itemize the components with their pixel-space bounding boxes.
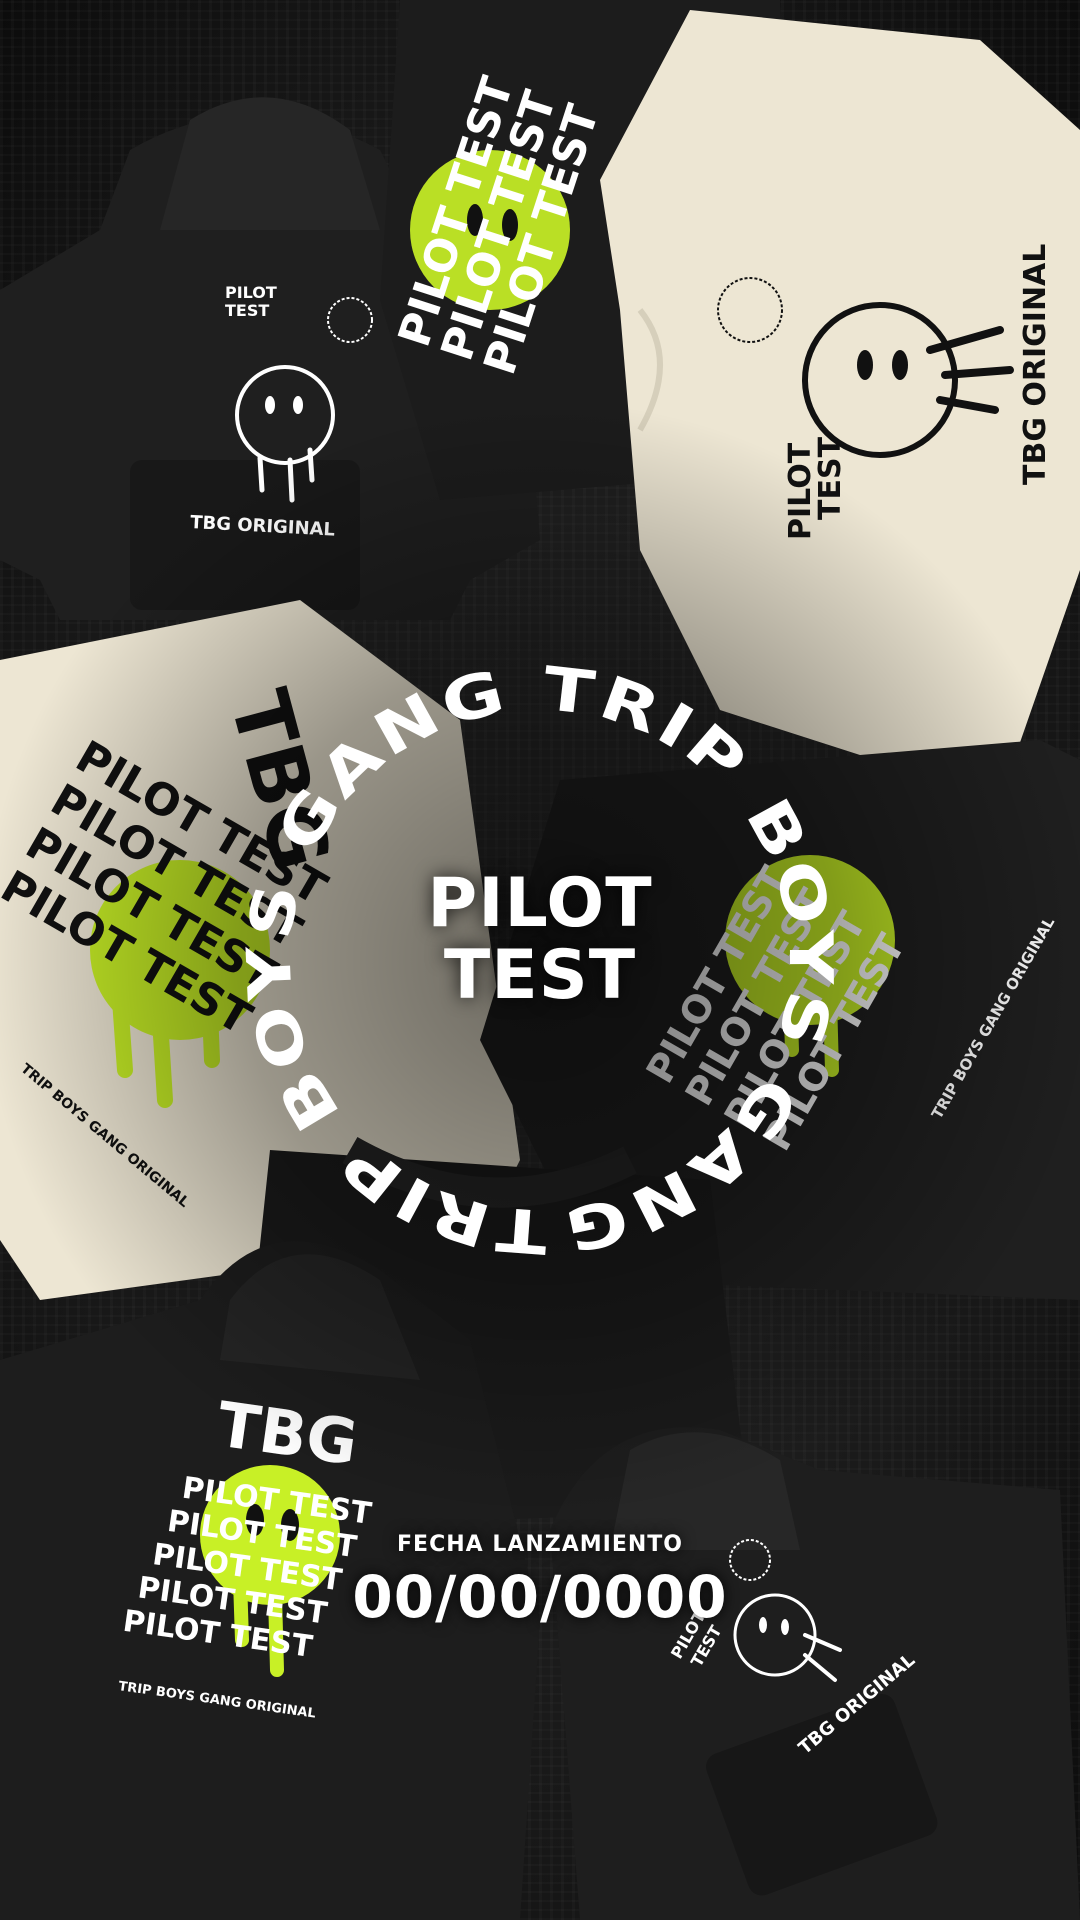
- launch-label: FECHA LANZAMIENTO: [397, 1532, 683, 1557]
- print-test: TEST: [225, 301, 269, 320]
- print-tbg-original: TBG ORIGINAL: [1018, 244, 1053, 485]
- launch-block: FECHA LANZAMIENTO 00/00/0000: [280, 1532, 800, 1631]
- launch-date: 00/00/0000: [352, 1563, 728, 1631]
- hoodie-bottom-right: PILOT TEST TBG ORIGINAL: [520, 1410, 1080, 1920]
- center-title-line2: TEST: [443, 936, 637, 1015]
- promo-poster: PILOT TEST TBG ORIGINAL PILOT TEST PILOT…: [0, 0, 1080, 1920]
- center-title-line1: PILOT: [427, 864, 653, 943]
- center-title: PILOT TEST: [340, 868, 740, 1012]
- print-pilot: PILOT: [225, 283, 277, 302]
- print-test: TEST: [813, 436, 848, 520]
